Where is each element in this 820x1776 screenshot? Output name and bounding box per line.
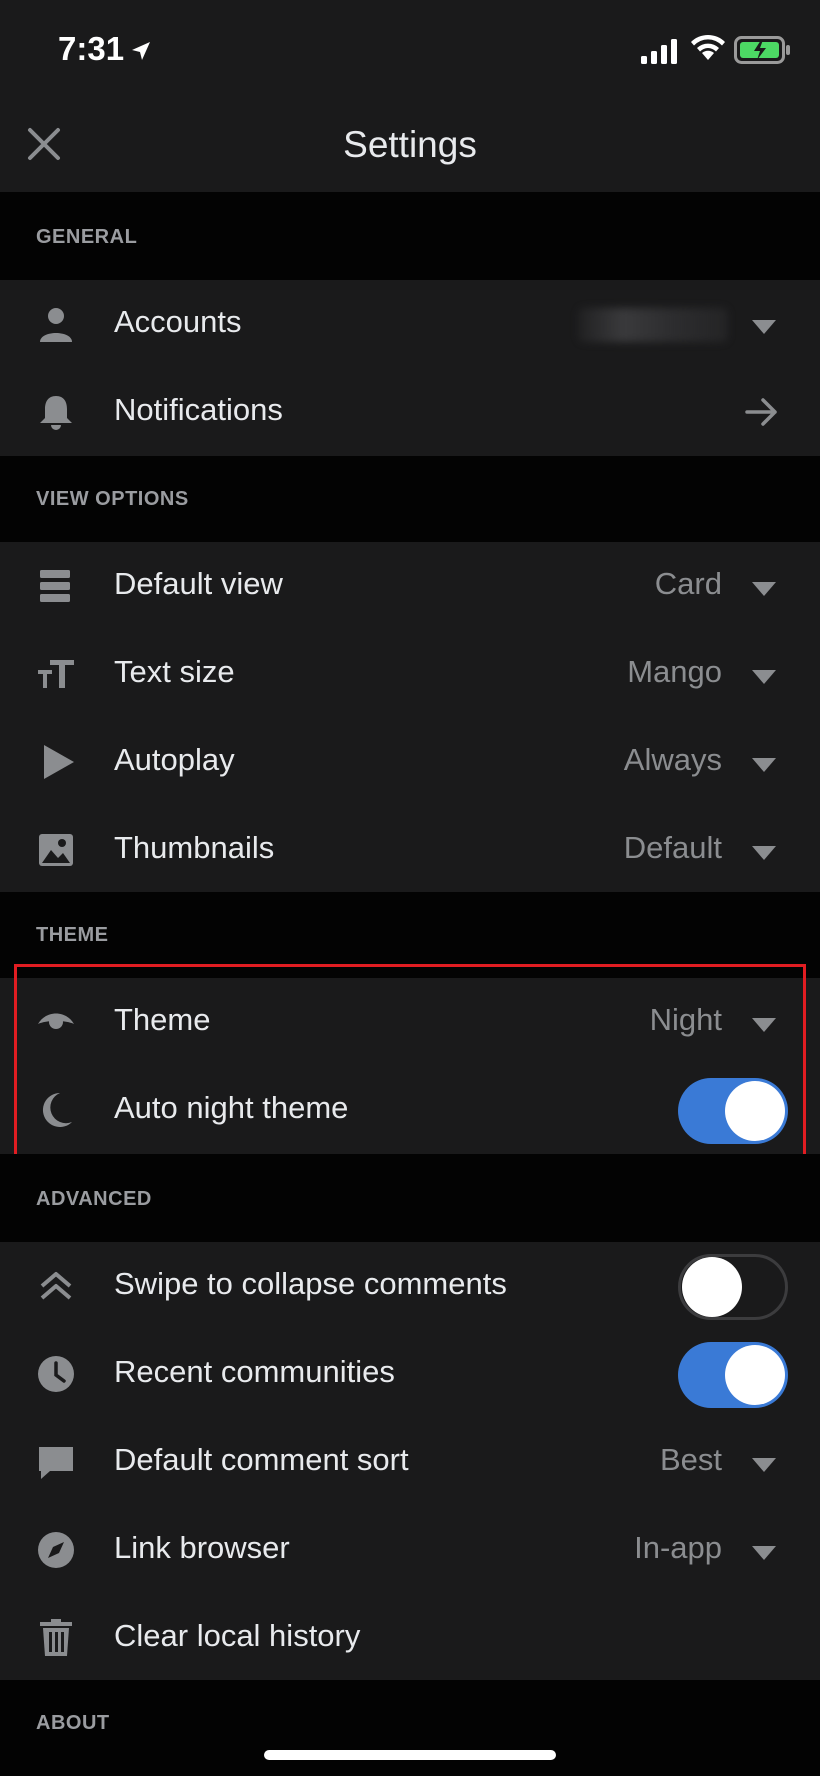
toggle-knob bbox=[725, 1345, 785, 1405]
eye-icon bbox=[38, 1013, 74, 1029]
section-header-advanced: ADVANCED bbox=[0, 1154, 820, 1242]
row-label: Auto night theme bbox=[114, 1090, 349, 1125]
arrow-right-icon[interactable] bbox=[745, 396, 779, 428]
row-auto-night-theme[interactable]: Auto night theme bbox=[0, 1066, 820, 1154]
trash-icon bbox=[40, 1619, 72, 1656]
row-text-size[interactable]: Text size Mango bbox=[0, 630, 820, 718]
chevron-down-icon[interactable] bbox=[752, 1018, 776, 1032]
row-label: Swipe to collapse comments bbox=[114, 1266, 507, 1301]
row-label: Autoplay bbox=[114, 742, 235, 777]
person-icon bbox=[40, 308, 72, 342]
row-link-browser[interactable]: Link browser In-app bbox=[0, 1506, 820, 1594]
wifi-icon bbox=[691, 34, 725, 60]
row-label: Notifications bbox=[114, 392, 283, 427]
row-label: Default comment sort bbox=[114, 1442, 409, 1477]
row-label: Accounts bbox=[114, 304, 242, 339]
top-bar: Settings bbox=[0, 100, 820, 192]
row-value: Best bbox=[659, 1442, 722, 1477]
row-value: Mango bbox=[627, 654, 722, 689]
row-accounts[interactable]: Accounts bbox=[0, 280, 820, 368]
list-icon bbox=[40, 570, 70, 602]
row-label: Text size bbox=[114, 654, 235, 689]
row-label: Recent communities bbox=[114, 1354, 395, 1389]
row-swipe-to-collapse[interactable]: Swipe to collapse comments bbox=[0, 1242, 820, 1330]
chevron-down-icon[interactable] bbox=[752, 1546, 776, 1560]
battery-charging-icon bbox=[734, 36, 790, 64]
row-thumbnails[interactable]: Thumbnails Default bbox=[0, 806, 820, 894]
clock-icon bbox=[38, 1356, 74, 1392]
chevron-down-icon[interactable] bbox=[752, 758, 776, 772]
row-label: Default view bbox=[114, 566, 283, 601]
chevron-down-icon[interactable] bbox=[752, 846, 776, 860]
account-name-redacted bbox=[578, 308, 728, 342]
swipe-to-collapse-toggle[interactable] bbox=[678, 1254, 788, 1320]
image-icon bbox=[39, 834, 73, 866]
row-recent-communities[interactable]: Recent communities bbox=[0, 1330, 820, 1418]
home-indicator[interactable] bbox=[264, 1750, 556, 1760]
group-general: Accounts Notifications bbox=[0, 280, 820, 456]
compass-icon bbox=[38, 1532, 74, 1568]
row-value: Card bbox=[654, 566, 722, 601]
toggle-knob bbox=[725, 1081, 785, 1141]
chevron-down-icon[interactable] bbox=[752, 1458, 776, 1472]
section-header-view-options: VIEW OPTIONS bbox=[0, 456, 820, 542]
group-theme: Theme Night Auto night theme bbox=[0, 978, 820, 1154]
chevron-down-icon[interactable] bbox=[752, 670, 776, 684]
comment-icon bbox=[39, 1447, 73, 1479]
row-default-comment-sort[interactable]: Default comment sort Best bbox=[0, 1418, 820, 1506]
location-arrow-icon bbox=[132, 42, 150, 60]
row-value: Night bbox=[649, 1002, 722, 1037]
row-clear-local-history[interactable]: Clear local history bbox=[0, 1594, 820, 1682]
row-label: Theme bbox=[114, 1002, 211, 1037]
row-notifications[interactable]: Notifications bbox=[0, 368, 820, 456]
toggle-knob bbox=[682, 1257, 742, 1317]
bell-icon bbox=[40, 396, 72, 430]
row-label: Clear local history bbox=[114, 1618, 361, 1653]
row-value: Always bbox=[623, 742, 722, 777]
status-time: 7:31 bbox=[58, 30, 125, 67]
page-title: Settings bbox=[343, 124, 477, 165]
status-bar: 7:31 bbox=[0, 0, 820, 100]
row-label: Link browser bbox=[114, 1530, 290, 1565]
chevron-down-icon[interactable] bbox=[752, 582, 776, 596]
row-theme[interactable]: Theme Night bbox=[0, 978, 820, 1066]
recent-communities-toggle[interactable] bbox=[678, 1342, 788, 1408]
cellular-signal-icon bbox=[641, 39, 677, 64]
row-label: Thumbnails bbox=[114, 830, 275, 865]
auto-night-theme-toggle[interactable] bbox=[678, 1078, 788, 1144]
moon-icon bbox=[42, 1093, 72, 1127]
group-view-options: Default view Card Text size Mango Autopl… bbox=[0, 542, 820, 892]
play-icon bbox=[44, 745, 74, 779]
group-advanced: Swipe to collapse comments Recent commun… bbox=[0, 1242, 820, 1680]
row-autoplay[interactable]: Autoplay Always bbox=[0, 718, 820, 806]
text-size-icon bbox=[38, 660, 74, 688]
row-default-view[interactable]: Default view Card bbox=[0, 542, 820, 630]
row-value: Default bbox=[623, 830, 722, 865]
double-chevron-up-icon bbox=[40, 1272, 72, 1300]
chevron-down-icon[interactable] bbox=[752, 320, 776, 334]
section-header-theme: THEME bbox=[0, 892, 820, 978]
section-header-about: ABOUT bbox=[0, 1680, 820, 1776]
row-value: In-app bbox=[634, 1530, 722, 1565]
section-header-general: GENERAL bbox=[0, 192, 820, 280]
